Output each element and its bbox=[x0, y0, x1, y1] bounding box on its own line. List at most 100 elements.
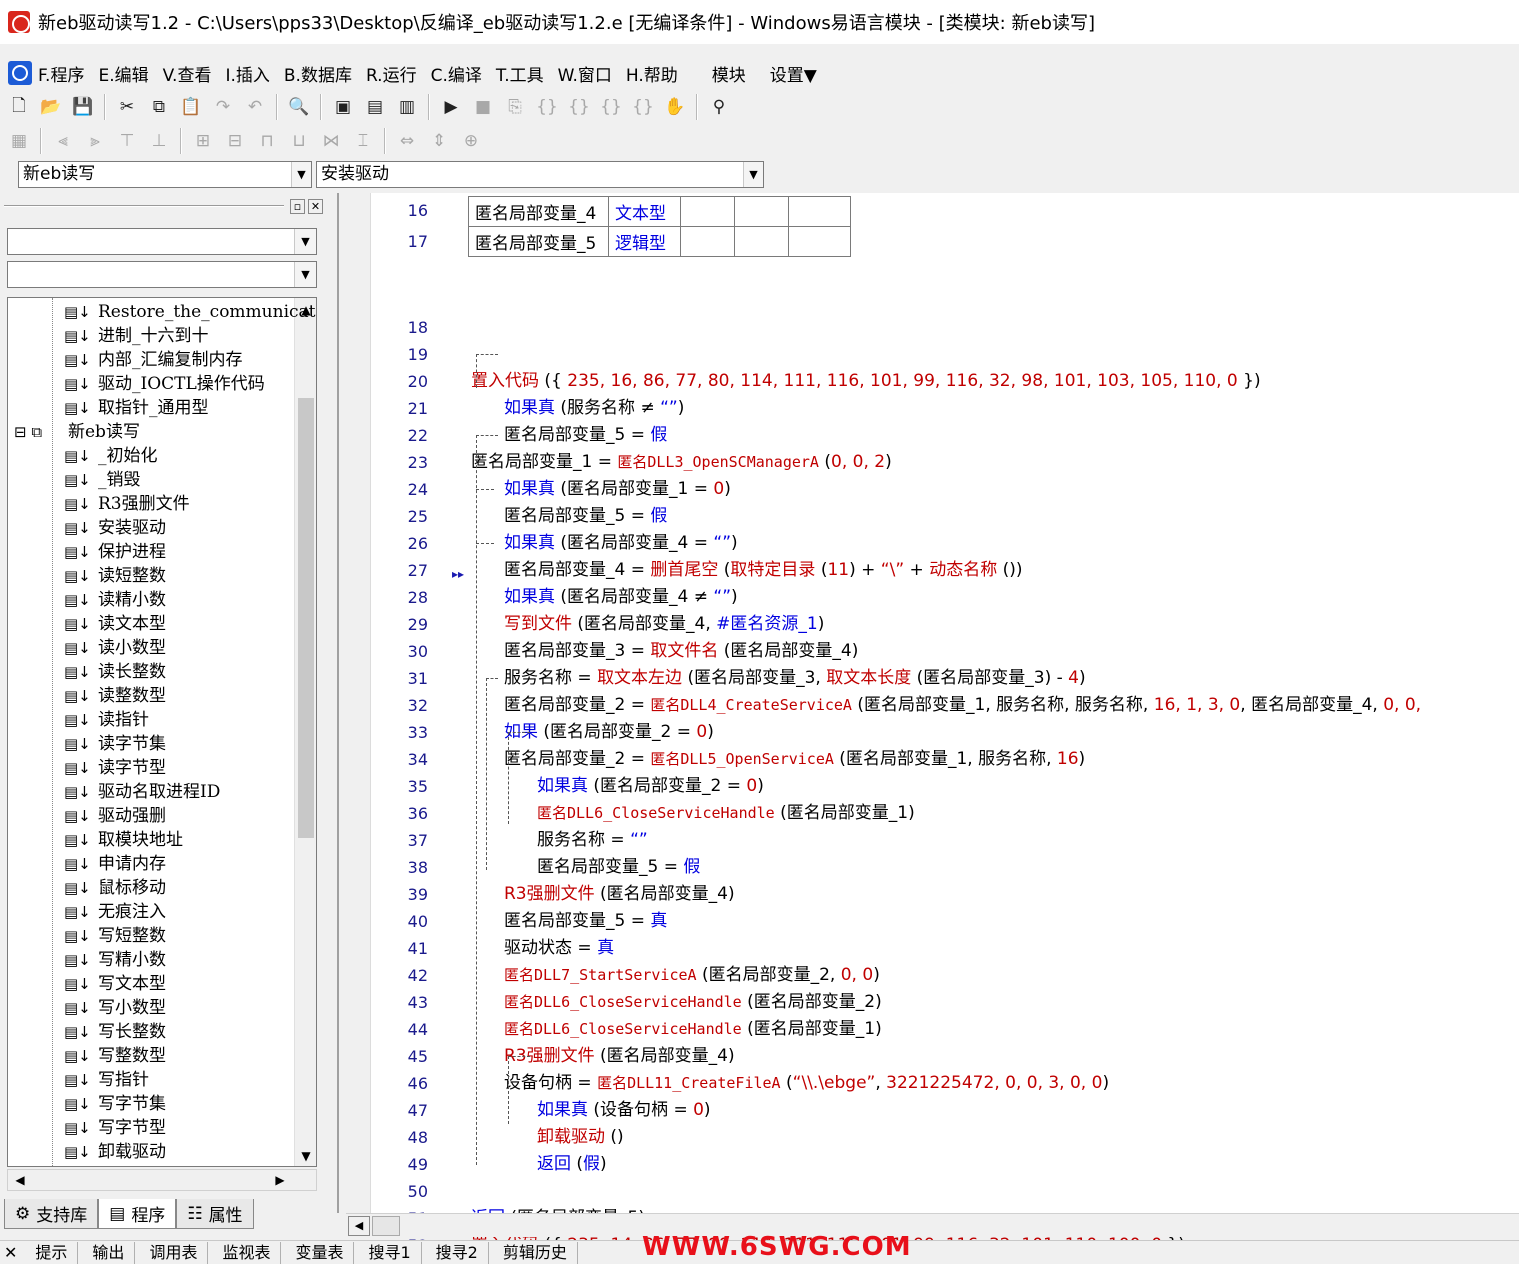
bottom-tab[interactable]: 监视表 bbox=[212, 1241, 282, 1264]
tree-item[interactable]: ▤↓ 写长整数 bbox=[64, 1020, 166, 1044]
layout-1-icon[interactable]: ▣ bbox=[328, 92, 358, 122]
undo-icon[interactable]: ↶ bbox=[240, 92, 270, 122]
close-icon[interactable]: ✕ bbox=[0, 1243, 21, 1262]
module-combo[interactable]: 新eb读写 ▼ bbox=[18, 161, 312, 188]
stretch-vertical-icon[interactable]: ⇕ bbox=[424, 126, 454, 156]
tree-item[interactable]: ▤↓ 鼠标移动 bbox=[64, 876, 166, 900]
tree-item[interactable]: ▤↓ 内部_汇编复制内存 bbox=[64, 348, 243, 372]
code-line[interactable]: 匿名局部变量_4 = 删首尾空 (取特定目录 (11) + “\” + 动态名称… bbox=[504, 557, 1023, 584]
table-row[interactable]: 匿名局部变量_5 逻辑型 bbox=[468, 226, 851, 257]
menu-item[interactable]: W.窗口 bbox=[558, 61, 612, 86]
menu-item[interactable]: 设置▼ bbox=[770, 61, 817, 86]
code-line[interactable]: R3强删文件 (匿名局部变量_4) bbox=[504, 1043, 735, 1070]
tree-item[interactable]: ⊟ ⧉ 新eb读写 bbox=[14, 420, 140, 444]
menu-item[interactable]: I.插入 bbox=[225, 61, 269, 86]
code-line[interactable]: 设备句柄 = 匿名DLL11_CreateFileA (“\\.\ebge”, … bbox=[504, 1070, 1109, 1097]
code-line[interactable]: 返回 (假) bbox=[537, 1151, 607, 1178]
code-line[interactable]: 匿名局部变量_5 = 真 bbox=[504, 908, 667, 935]
code-line[interactable]: 匿名DLL6_CloseServiceHandle (匿名局部变量_2) bbox=[504, 989, 882, 1016]
center-vertical-icon[interactable]: ⊟ bbox=[220, 126, 250, 156]
tree-item[interactable]: ▤↓ 写字节型 bbox=[64, 1116, 166, 1140]
same-width-icon[interactable]: ⊓ bbox=[252, 126, 282, 156]
code-line[interactable]: 如果真 (匿名局部变量_4 ≠ “”) bbox=[504, 584, 738, 611]
var-cell[interactable] bbox=[788, 196, 851, 227]
tree-item[interactable]: ▤↓ _销毁 bbox=[64, 468, 141, 492]
align-grid-icon[interactable]: ▦ bbox=[4, 126, 34, 156]
close-icon[interactable]: ✕ bbox=[308, 199, 323, 214]
scroll-thumb[interactable] bbox=[372, 1216, 400, 1236]
chevron-down-icon[interactable]: ▼ bbox=[743, 162, 763, 187]
chevron-down-icon[interactable]: ▼ bbox=[294, 229, 316, 254]
code-line[interactable]: 匿名局部变量_5 = 假 bbox=[537, 854, 700, 881]
save-icon[interactable]: 💾 bbox=[68, 92, 98, 122]
menu-item[interactable]: F.程序 bbox=[38, 61, 84, 86]
menu-item[interactable]: H.帮助 bbox=[626, 61, 678, 86]
open-file-icon[interactable]: 📂 bbox=[36, 92, 66, 122]
tree-item[interactable]: ▤↓隐藏文件 bbox=[64, 1164, 166, 1166]
menu-item[interactable]: B.数据库 bbox=[284, 61, 352, 86]
paste-icon[interactable]: 📋 bbox=[176, 92, 206, 122]
tree-item[interactable]: ▤↓ 取指针_通用型 bbox=[64, 396, 209, 420]
tree-item[interactable]: ▤↓ 写整数型 bbox=[64, 1044, 166, 1068]
menu-item[interactable]: V.查看 bbox=[163, 61, 212, 86]
tree-item[interactable]: ▤↓ 读字节集 bbox=[64, 732, 166, 756]
var-cell[interactable] bbox=[680, 226, 735, 257]
center-horizontal-icon[interactable]: ⊞ bbox=[188, 126, 218, 156]
panel-combo-1[interactable]: ▼ bbox=[7, 228, 317, 255]
space-vertical-icon[interactable]: ⌶ bbox=[348, 126, 378, 156]
bottom-tab[interactable]: 调用表 bbox=[139, 1241, 209, 1264]
tree-item[interactable]: ▤↓ 进制_十六到十 bbox=[64, 324, 209, 348]
tree-item[interactable]: ▤↓ 写精小数 bbox=[64, 948, 166, 972]
code-line[interactable]: 如果真 (匿名局部变量_2 = 0) bbox=[537, 773, 764, 800]
tree-item[interactable]: ▤↓ 驱动强删 bbox=[64, 804, 166, 828]
tree-item[interactable]: ▤↓ 写文本型 bbox=[64, 972, 166, 996]
code-line[interactable]: 匿名局部变量_2 = 匿名DLL4_CreateServiceA (匿名局部变量… bbox=[504, 692, 1421, 719]
tree-horizontal-scrollbar[interactable]: ◀ ▶ bbox=[7, 1169, 317, 1191]
var-type[interactable]: 逻辑型 bbox=[608, 226, 681, 257]
code-line[interactable]: 匿名局部变量_5 = 假 bbox=[504, 503, 667, 530]
step-over-icon[interactable]: {} bbox=[564, 92, 594, 122]
tree-item[interactable]: ▤↓ 读整数型 bbox=[64, 684, 166, 708]
tree-item[interactable]: ▤↓ 无痕注入 bbox=[64, 900, 166, 924]
code-line[interactable]: 匿名局部变量_3 = 取文件名 (匿名局部变量_4) bbox=[504, 638, 858, 665]
var-cell[interactable] bbox=[788, 226, 851, 257]
hand-icon[interactable]: ✋ bbox=[660, 92, 690, 122]
var-cell[interactable] bbox=[734, 226, 789, 257]
code-line[interactable]: 如果真 (匿名局部变量_1 = 0) bbox=[504, 476, 731, 503]
tree-item[interactable]: ▤↓ 读长整数 bbox=[64, 660, 166, 684]
layout-3-icon[interactable]: ▥ bbox=[392, 92, 422, 122]
tab-program[interactable]: ▤ 程序 bbox=[98, 1199, 177, 1229]
copy-icon[interactable]: ⧉ bbox=[144, 92, 174, 122]
menu-item[interactable]: R.运行 bbox=[366, 61, 417, 86]
chevron-down-icon[interactable]: ▼ bbox=[294, 262, 316, 287]
bottom-tab[interactable]: 搜寻1 bbox=[358, 1241, 422, 1264]
tree-item[interactable]: ▤↓ Restore_the_communicat bbox=[64, 300, 316, 324]
code-line[interactable]: 如果 (匿名局部变量_2 = 0) bbox=[504, 719, 714, 746]
code-line[interactable]: 置入代码 ({ 235, 16, 86, 77, 80, 114, 111, 1… bbox=[471, 368, 1261, 395]
tree-item[interactable]: ▤↓ 读短整数 bbox=[64, 564, 166, 588]
binoculars-icon[interactable]: ⚲ bbox=[704, 92, 734, 122]
bottom-tab[interactable]: 输出 bbox=[82, 1241, 136, 1264]
code-line[interactable]: 服务名称 = “” bbox=[537, 827, 648, 854]
scroll-down-icon[interactable]: ▼ bbox=[295, 1146, 316, 1166]
tree-item[interactable]: ▤↓ 读精小数 bbox=[64, 588, 166, 612]
tree-item[interactable]: ▤↓ 写字节集 bbox=[64, 1092, 166, 1116]
bottom-tab[interactable]: 搜寻2 bbox=[426, 1241, 489, 1264]
menu-item[interactable]: T.工具 bbox=[496, 61, 544, 86]
code-line[interactable]: 匿名DLL7_StartServiceA (匿名局部变量_2, 0, 0) bbox=[504, 962, 880, 989]
menu-item[interactable]: C.编译 bbox=[431, 61, 482, 86]
stretch-both-icon[interactable]: ⊕ bbox=[456, 126, 486, 156]
tree-item[interactable]: ▤↓ R3强删文件 bbox=[64, 492, 190, 516]
bottom-tab[interactable]: 剪辑历史 bbox=[493, 1241, 578, 1264]
redo-icon[interactable]: ↷ bbox=[208, 92, 238, 122]
scroll-right-icon[interactable]: ▶ bbox=[270, 1170, 290, 1190]
var-name[interactable]: 匿名局部变量_4 bbox=[468, 196, 609, 227]
tree-item[interactable]: ▤↓ 安装驱动 bbox=[64, 516, 166, 540]
tree-vertical-scrollbar[interactable]: ▲ ▼ bbox=[294, 298, 316, 1166]
tree-item[interactable]: ▤↓ 读指针 bbox=[64, 708, 149, 732]
tab-support-library[interactable]: ⚙ 支持库 bbox=[4, 1199, 99, 1229]
code-line[interactable]: 驱动状态 = 真 bbox=[504, 935, 614, 962]
align-top-icon[interactable]: ⊤ bbox=[112, 126, 142, 156]
align-bottom-icon[interactable]: ⊥ bbox=[144, 126, 174, 156]
code-line[interactable]: 如果真 (设备句柄 = 0) bbox=[537, 1097, 711, 1124]
